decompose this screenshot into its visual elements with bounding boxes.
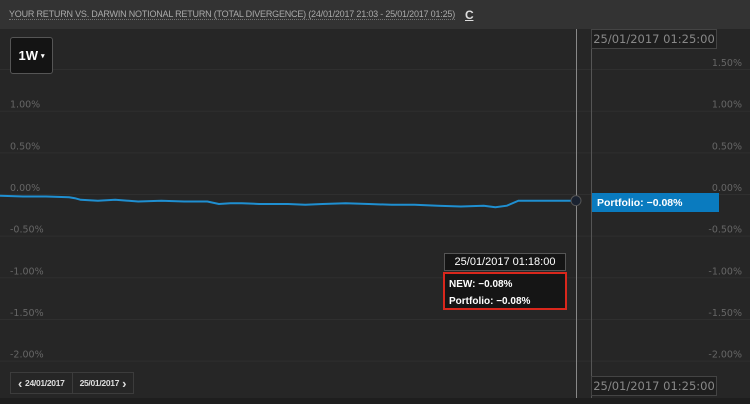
y-tick-right: -1.00% bbox=[708, 266, 742, 277]
y-tick-right: -0.50% bbox=[708, 225, 742, 236]
tooltip-portfolio: Portfolio: −0.08% bbox=[449, 296, 531, 307]
crosshair-date-top: 25/01/2017 01:25:00 bbox=[591, 29, 717, 49]
portfolio-line bbox=[0, 194, 576, 209]
y-tick-left: 1.00% bbox=[10, 100, 40, 111]
prev-day-label: 24/01/2017 bbox=[25, 378, 65, 388]
tooltip-date: 25/01/2017 01:18:00 bbox=[444, 253, 566, 271]
chevron-left-icon: ‹ bbox=[18, 375, 23, 391]
y-tick-left: -2.00% bbox=[10, 350, 44, 361]
chevron-right-icon: › bbox=[122, 375, 127, 391]
chevron-down-icon: ▾ bbox=[40, 52, 45, 60]
y-tick-left: -1.00% bbox=[10, 266, 44, 277]
range-select-button[interactable]: 1W ▾ bbox=[10, 37, 53, 74]
y-tick-right: 1.50% bbox=[712, 58, 742, 69]
tooltip: NEW: −0.08% Portfolio: −0.08% bbox=[443, 272, 567, 310]
prev-day-button[interactable]: ‹ 24/01/2017 bbox=[11, 373, 72, 393]
y-tick-right: 1.00% bbox=[712, 100, 742, 111]
tooltip-new: NEW: −0.08% bbox=[449, 279, 513, 290]
next-day-button[interactable]: 25/01/2017 › bbox=[71, 373, 134, 393]
x-axis-strip bbox=[0, 398, 750, 404]
crosshair-marker bbox=[570, 195, 582, 207]
portfolio-value-badge: Portfolio: −0.08% bbox=[592, 193, 719, 212]
range-label: 1W bbox=[18, 48, 38, 63]
crosshair-date-bottom: 25/01/2017 01:25:00 bbox=[591, 376, 717, 396]
y-tick-right: -2.00% bbox=[708, 350, 742, 361]
date-navigation: ‹ 24/01/2017 25/01/2017 › bbox=[10, 372, 135, 394]
y-tick-right: -1.50% bbox=[708, 308, 742, 319]
y-tick-left: 0.00% bbox=[10, 183, 40, 194]
y-tick-left: -0.50% bbox=[10, 225, 44, 236]
next-day-label: 25/01/2017 bbox=[79, 378, 120, 388]
y-tick-left: 0.50% bbox=[10, 141, 40, 152]
y-tick-right: 0.50% bbox=[712, 141, 742, 152]
y-tick-left: -1.50% bbox=[10, 308, 44, 319]
